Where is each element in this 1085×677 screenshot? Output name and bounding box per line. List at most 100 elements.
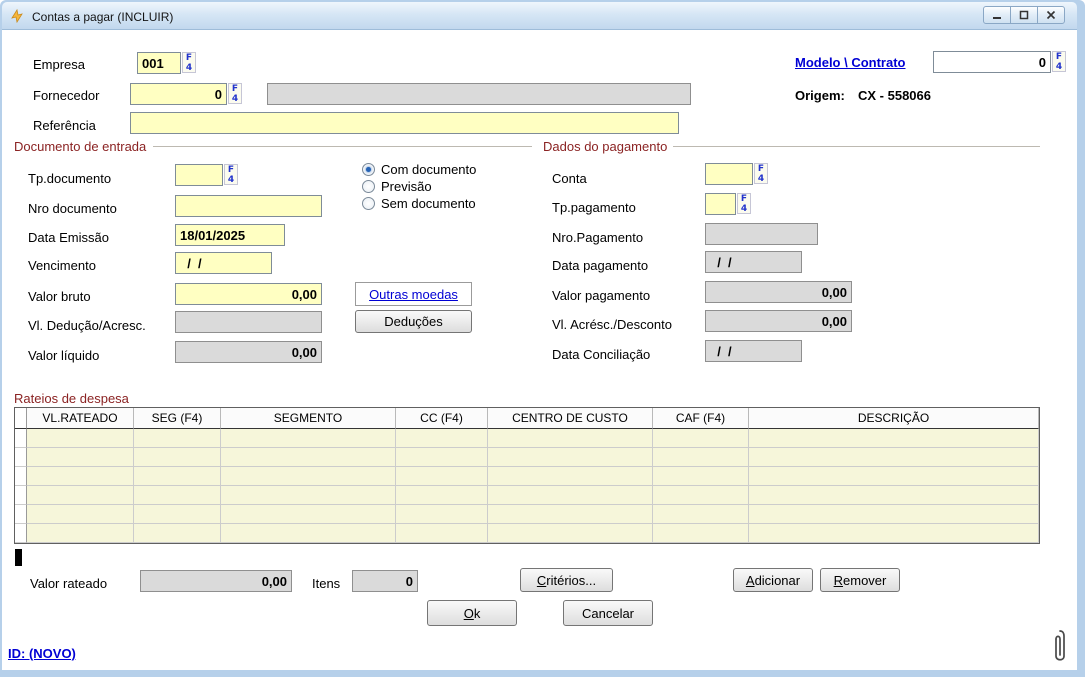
- table-cell[interactable]: [27, 429, 134, 448]
- title-bar[interactable]: Contas a pagar (INCLUIR): [2, 2, 1077, 30]
- row-gutter[interactable]: [15, 505, 27, 524]
- table-row[interactable]: [15, 429, 1039, 448]
- table-cell[interactable]: [749, 467, 1039, 486]
- table-cell[interactable]: [653, 505, 749, 524]
- table-cell[interactable]: [396, 448, 488, 467]
- table-cell[interactable]: [221, 429, 396, 448]
- row-gutter[interactable]: [15, 467, 27, 486]
- table-cell[interactable]: [27, 524, 134, 543]
- outras-moedas-link[interactable]: Outras moedas: [355, 282, 472, 306]
- table-row[interactable]: [15, 467, 1039, 486]
- table-row[interactable]: [15, 486, 1039, 505]
- vencimento-input[interactable]: [175, 252, 272, 274]
- radio-unselected-icon[interactable]: [362, 180, 375, 193]
- valor-liquido-label: Valor líquido: [28, 348, 99, 363]
- table-cell[interactable]: [221, 467, 396, 486]
- adicionar-button[interactable]: Adicionar: [733, 568, 813, 592]
- table-cell[interactable]: [653, 467, 749, 486]
- deducao-acresc-label: Vl. Dedução/Acresc.: [28, 318, 146, 333]
- tp-pagamento-input[interactable]: [705, 193, 736, 215]
- table-cell[interactable]: [396, 486, 488, 505]
- maximize-button[interactable]: [1010, 6, 1038, 24]
- f4-lookup-icon[interactable]: F4: [1052, 51, 1066, 72]
- empresa-input[interactable]: [137, 52, 181, 74]
- f4-lookup-icon[interactable]: F4: [224, 164, 238, 185]
- table-cell[interactable]: [27, 486, 134, 505]
- nro-pagamento-label: Nro.Pagamento: [552, 230, 643, 245]
- fornecedor-input[interactable]: [130, 83, 227, 105]
- deducoes-button[interactable]: Deduções: [355, 310, 472, 333]
- table-cell[interactable]: [134, 429, 221, 448]
- table-cell[interactable]: [749, 486, 1039, 505]
- radio-selected-icon[interactable]: [362, 163, 375, 176]
- nro-documento-input[interactable]: [175, 195, 322, 217]
- radio-previsao[interactable]: Previsão: [362, 179, 432, 194]
- row-gutter[interactable]: [15, 429, 27, 448]
- table-cell[interactable]: [134, 448, 221, 467]
- table-cell[interactable]: [749, 524, 1039, 543]
- row-gutter[interactable]: [15, 486, 27, 505]
- conta-input[interactable]: [705, 163, 753, 185]
- radio-unselected-icon[interactable]: [362, 197, 375, 210]
- table-cell[interactable]: [488, 467, 653, 486]
- table-cell[interactable]: [749, 505, 1039, 524]
- table-row[interactable]: [15, 448, 1039, 467]
- table-cell[interactable]: [653, 429, 749, 448]
- table-cell[interactable]: [488, 505, 653, 524]
- table-cell[interactable]: [749, 448, 1039, 467]
- remover-button[interactable]: Remover: [820, 568, 900, 592]
- radio-com-documento[interactable]: Com documento: [362, 162, 476, 177]
- table-cell[interactable]: [396, 467, 488, 486]
- modelo-contrato-input[interactable]: [933, 51, 1051, 73]
- ok-button[interactable]: Ok: [427, 600, 517, 626]
- criterios-button[interactable]: Critérios...: [520, 568, 613, 592]
- valor-bruto-input[interactable]: [175, 283, 322, 305]
- table-cell[interactable]: [396, 429, 488, 448]
- modelo-contrato-link[interactable]: Modelo \ Contrato: [795, 55, 906, 70]
- table-cell[interactable]: [396, 524, 488, 543]
- radio-sem-documento[interactable]: Sem documento: [362, 196, 476, 211]
- col-cc-f4: CC (F4): [396, 408, 488, 429]
- paperclip-icon[interactable]: [1052, 628, 1068, 671]
- minimize-button[interactable]: [983, 6, 1011, 24]
- table-cell[interactable]: [653, 524, 749, 543]
- table-corner: [15, 408, 27, 429]
- row-gutter[interactable]: [15, 448, 27, 467]
- id-novo-link[interactable]: ID: (NOVO): [8, 646, 76, 661]
- table-cell[interactable]: [221, 448, 396, 467]
- table-cell[interactable]: [134, 524, 221, 543]
- f4-lookup-icon[interactable]: F4: [182, 52, 196, 73]
- table-row[interactable]: [15, 524, 1039, 543]
- valor-pagamento-field: [705, 281, 852, 303]
- referencia-input[interactable]: [130, 112, 679, 134]
- table-row[interactable]: [15, 505, 1039, 524]
- data-emissao-input[interactable]: [175, 224, 285, 246]
- table-cell[interactable]: [653, 448, 749, 467]
- col-centro-de-custo: CENTRO DE CUSTO: [488, 408, 653, 429]
- table-cell[interactable]: [488, 429, 653, 448]
- table-cell[interactable]: [488, 448, 653, 467]
- close-button[interactable]: [1037, 6, 1065, 24]
- text-caret: [15, 549, 22, 566]
- table-cell[interactable]: [396, 505, 488, 524]
- data-conciliacao-label: Data Conciliação: [552, 347, 650, 362]
- table-cell[interactable]: [488, 524, 653, 543]
- cancelar-button[interactable]: Cancelar: [563, 600, 653, 626]
- table-cell[interactable]: [749, 429, 1039, 448]
- table-cell[interactable]: [221, 505, 396, 524]
- table-cell[interactable]: [221, 524, 396, 543]
- tp-documento-input[interactable]: [175, 164, 223, 186]
- table-cell[interactable]: [488, 486, 653, 505]
- table-cell[interactable]: [27, 505, 134, 524]
- table-cell[interactable]: [134, 467, 221, 486]
- table-cell[interactable]: [134, 505, 221, 524]
- table-cell[interactable]: [653, 486, 749, 505]
- table-cell[interactable]: [134, 486, 221, 505]
- f4-lookup-icon[interactable]: F4: [228, 83, 242, 104]
- row-gutter[interactable]: [15, 524, 27, 543]
- f4-lookup-icon[interactable]: F4: [737, 193, 751, 214]
- table-cell[interactable]: [27, 448, 134, 467]
- table-cell[interactable]: [221, 486, 396, 505]
- table-cell[interactable]: [27, 467, 134, 486]
- f4-lookup-icon[interactable]: F4: [754, 163, 768, 184]
